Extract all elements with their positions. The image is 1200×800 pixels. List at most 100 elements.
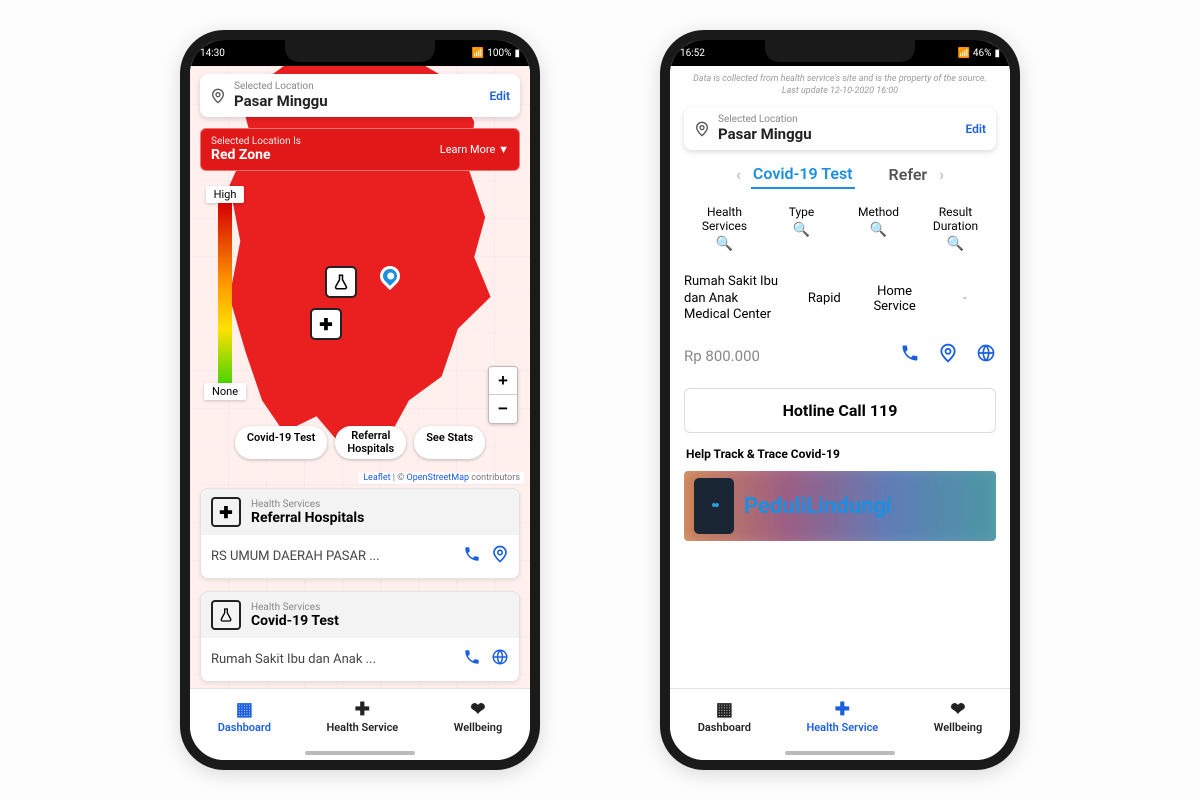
dashboard-icon: ▦ <box>236 701 253 719</box>
call-icon[interactable] <box>463 648 481 671</box>
cell-duration: - <box>934 291 996 306</box>
nav-health-service[interactable]: ✚ Health Service <box>806 701 878 734</box>
map-marker-lab-icon[interactable] <box>325 266 357 298</box>
edit-location-button[interactable]: Edit <box>965 122 986 136</box>
notch <box>285 40 435 62</box>
wellbeing-icon: ❤ <box>950 701 965 719</box>
call-icon[interactable] <box>900 343 920 368</box>
tab-prev-icon[interactable]: ‹ <box>732 165 745 184</box>
nav-dashboard[interactable]: ▦ Dashboard <box>698 701 751 734</box>
test-provider-name: Rumah Sakit Ibu dan Anak ... <box>211 652 453 667</box>
status-right: 📶 100% ▮ <box>472 48 520 59</box>
chip-referral-hospitals[interactable]: Referral Hospitals <box>335 426 406 459</box>
location-pin-icon <box>210 88 226 104</box>
web-icon[interactable] <box>491 648 509 671</box>
screen-map: Selected Location Pasar Minggu Edit Sele… <box>190 66 530 688</box>
phone-right-health-service: 16:52 📶 46% ▮ Data is collected from hea… <box>660 30 1020 770</box>
data-disclaimer: Data is collected from health service's … <box>684 74 996 97</box>
map-pin-icon[interactable] <box>491 545 509 568</box>
map-marker-hospital-icon[interactable]: ✚ <box>310 308 342 340</box>
track-trace-label: Help Track & Trace Covid-19 <box>684 443 996 461</box>
tab-next-icon[interactable]: › <box>935 165 948 184</box>
nav-wellbeing[interactable]: ❤ Wellbeing <box>454 701 503 734</box>
hospital-name: RS UMUM DAERAH PASAR ... <box>211 549 453 564</box>
card-title: Covid-19 Test <box>251 613 339 629</box>
location-label: Selected Location <box>718 114 957 125</box>
health-icon: ✚ <box>355 701 370 719</box>
service-table-row[interactable]: Rumah Sakit Ibu dan Anak Medical Center … <box>684 268 996 329</box>
leaflet-link[interactable]: Leaflet <box>363 473 390 483</box>
hotline-button[interactable]: Hotline Call 119 <box>684 388 996 433</box>
gesture-bar[interactable] <box>670 746 1010 760</box>
filter-type[interactable]: Type🔍 <box>763 205 840 252</box>
card-referral-hospitals[interactable]: ✚ Health Services Referral Hospitals RS … <box>200 488 520 579</box>
banner-phone-icon <box>694 478 734 534</box>
cell-method: Home Service <box>863 284 925 314</box>
map-pin-icon[interactable] <box>938 343 958 368</box>
service-tabs: ‹ Covid-19 Test Refer › <box>684 160 996 189</box>
status-right: 📶 46% ▮ <box>957 48 1000 59</box>
filter-row: Health Services🔍 Type🔍 Method🔍 Result Du… <box>684 199 996 258</box>
zone-status-card[interactable]: Selected Location Is Red Zone Learn More… <box>200 128 520 171</box>
screen-health-service: Data is collected from health service's … <box>670 66 1010 688</box>
location-value: Pasar Minggu <box>234 92 481 110</box>
gesture-bar[interactable] <box>190 746 530 760</box>
peduli-lindungi-banner[interactable]: PeduliLindungi <box>684 471 996 541</box>
location-value: Pasar Minggu <box>718 125 957 143</box>
cell-type: Rapid <box>793 291 855 306</box>
tab-covid-test[interactable]: Covid-19 Test <box>751 160 855 189</box>
map-chip-row: Covid-19 Test Referral Hospitals See Sta… <box>190 426 530 459</box>
zoom-controls: + − <box>488 366 518 424</box>
location-pin-icon <box>694 121 710 137</box>
search-icon: 🔍 <box>716 236 733 252</box>
tab-refer[interactable]: Refer <box>887 161 930 188</box>
zoom-out-button[interactable]: − <box>489 395 517 423</box>
service-cards: ✚ Health Services Referral Hospitals RS … <box>200 488 520 682</box>
search-icon: 🔍 <box>870 222 887 238</box>
test-row[interactable]: Rumah Sakit Ibu dan Anak ... <box>201 638 519 681</box>
chip-covid-test[interactable]: Covid-19 Test <box>235 426 328 459</box>
risk-legend: High None <box>204 186 246 400</box>
filter-method[interactable]: Method🔍 <box>840 205 917 252</box>
filter-health-services[interactable]: Health Services🔍 <box>686 205 763 252</box>
hospital-row[interactable]: RS UMUM DAERAH PASAR ... <box>201 535 519 578</box>
location-label: Selected Location <box>234 81 481 92</box>
web-icon[interactable] <box>976 343 996 368</box>
cell-provider: Rumah Sakit Ibu dan Anak Medical Center <box>684 274 785 323</box>
zoom-in-button[interactable]: + <box>489 367 517 395</box>
filter-result-duration[interactable]: Result Duration🔍 <box>917 205 994 252</box>
chip-see-stats[interactable]: See Stats <box>414 426 485 459</box>
card-covid-test[interactable]: Health Services Covid-19 Test Rumah Saki… <box>200 591 520 682</box>
status-time: 14:30 <box>200 48 225 59</box>
bottom-nav: ▦ Dashboard ✚ Health Service ❤ Wellbeing <box>670 688 1010 746</box>
map-attribution: Leaflet | © OpenStreetMap contributors <box>359 472 524 484</box>
card-title: Referral Hospitals <box>251 510 364 526</box>
learn-more-button[interactable]: Learn More ▼ <box>440 143 509 156</box>
legend-high: High <box>206 186 245 203</box>
card-subtitle: Health Services <box>251 602 339 613</box>
edit-location-button[interactable]: Edit <box>489 89 510 103</box>
location-card[interactable]: Selected Location Pasar Minggu Edit <box>684 107 996 150</box>
nav-dashboard[interactable]: ▦ Dashboard <box>218 701 271 734</box>
price-row: Rp 800.000 <box>684 339 996 378</box>
nav-health-service[interactable]: ✚ Health Service <box>326 701 398 734</box>
lab-icon <box>211 600 241 630</box>
banner-text: PeduliLindungi <box>744 494 892 519</box>
legend-gradient <box>218 203 232 383</box>
wellbeing-icon: ❤ <box>470 701 485 719</box>
price-value: Rp 800.000 <box>684 347 760 365</box>
nav-wellbeing[interactable]: ❤ Wellbeing <box>934 701 983 734</box>
status-time: 16:52 <box>680 48 705 59</box>
notch <box>765 40 915 62</box>
location-card[interactable]: Selected Location Pasar Minggu Edit <box>200 74 520 117</box>
osm-link[interactable]: OpenStreetMap <box>407 473 470 483</box>
card-subtitle: Health Services <box>251 499 364 510</box>
phone-left-dashboard: 14:30 📶 100% ▮ Selected Location Pasar M… <box>180 30 540 770</box>
health-icon: ✚ <box>835 701 850 719</box>
legend-none: None <box>204 383 246 400</box>
hospital-icon: ✚ <box>211 497 241 527</box>
zone-value: Red Zone <box>211 147 440 163</box>
search-icon: 🔍 <box>947 236 964 252</box>
bottom-nav: ▦ Dashboard ✚ Health Service ❤ Wellbeing <box>190 688 530 746</box>
call-icon[interactable] <box>463 545 481 568</box>
